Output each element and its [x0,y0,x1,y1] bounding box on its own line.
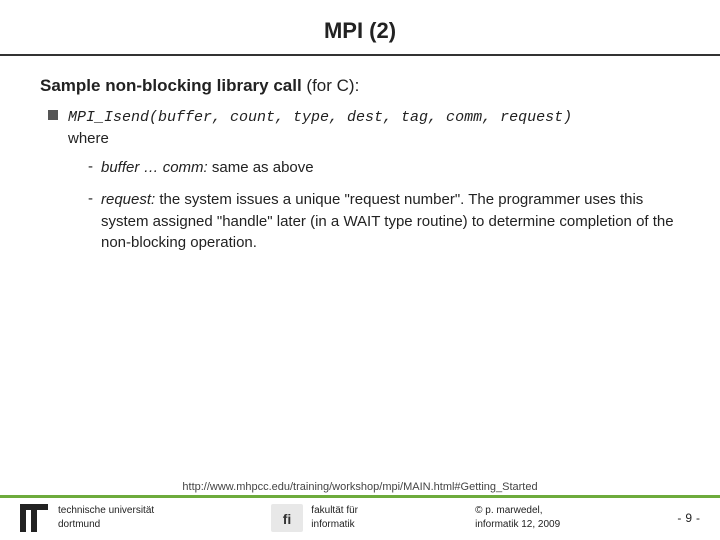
section-heading: Sample non-blocking library call (for C)… [40,76,680,96]
slide: MPI (2) Sample non-blocking library call… [0,0,720,540]
sub-bullet-2: - request: the system issues a unique "r… [88,189,680,254]
sub-bullets: - buffer … comm: same as above - request… [68,157,680,254]
slide-footer: technische universität dortmund fi fakul… [0,495,720,540]
footer-center: fi fakultät für informatik [271,504,358,532]
faculty-text: fakultät für informatik [311,504,358,532]
university-line2: dortmund [58,518,154,532]
bullet-where: where [68,130,109,147]
university-line1: technische universität [58,504,154,518]
sub-text-1: buffer … comm: same as above [101,157,314,179]
sub-italic-2: request: [101,191,155,208]
section-heading-normal: (for C): [302,76,360,95]
url-line: http://www.mhpcc.edu/training/workshop/m… [0,477,720,495]
sub-bullet-1: - buffer … comm: same as above [88,157,680,179]
page-separator-2: - [696,511,700,525]
mpi-isend-code: MPI_Isend(buffer, count, type, dest, tag… [68,109,572,126]
slide-content: Sample non-blocking library call (for C)… [0,66,720,473]
slide-header: MPI (2) [0,0,720,56]
footer-left: technische universität dortmund [20,504,154,532]
sub-italic-1: buffer … comm: [101,159,208,176]
bullet-square-icon [48,110,58,120]
dash-icon-1: - [88,158,93,175]
tu-logo [20,504,48,532]
page-number: 9 [685,511,692,525]
bullet-item: MPI_Isend(buffer, count, type, dest, tag… [40,106,680,264]
copyright-line1: © p. marwedel, [475,504,560,518]
page-number-area: - 9 - [677,511,700,525]
sub-text-2: request: the system issues a unique "req… [101,189,680,254]
url-text: http://www.mhpcc.edu/training/workshop/m… [182,481,537,493]
university-text: technische universität dortmund [58,504,154,532]
page-separator-1: - [677,511,681,525]
faculty-line2: informatik [311,518,358,532]
dash-icon-2: - [88,190,93,207]
sub-rest-2: the system issues a unique "request numb… [101,191,674,252]
slide-title: MPI (2) [324,18,396,43]
fi-logo-icon: fi [271,504,303,532]
copyright-line2: informatik 12, 2009 [475,518,560,532]
section-heading-bold: Sample non-blocking library call [40,76,302,95]
footer-right: © p. marwedel, informatik 12, 2009 [475,504,560,532]
tu-logo-icon [20,504,48,532]
bullet-content: MPI_Isend(buffer, count, type, dest, tag… [68,106,680,264]
svg-text:fi: fi [283,511,292,527]
sub-rest-1: same as above [208,159,314,176]
faculty-line1: fakultät für [311,504,358,518]
bullet-code: MPI_Isend(buffer, count, type, dest, tag… [68,108,572,147]
